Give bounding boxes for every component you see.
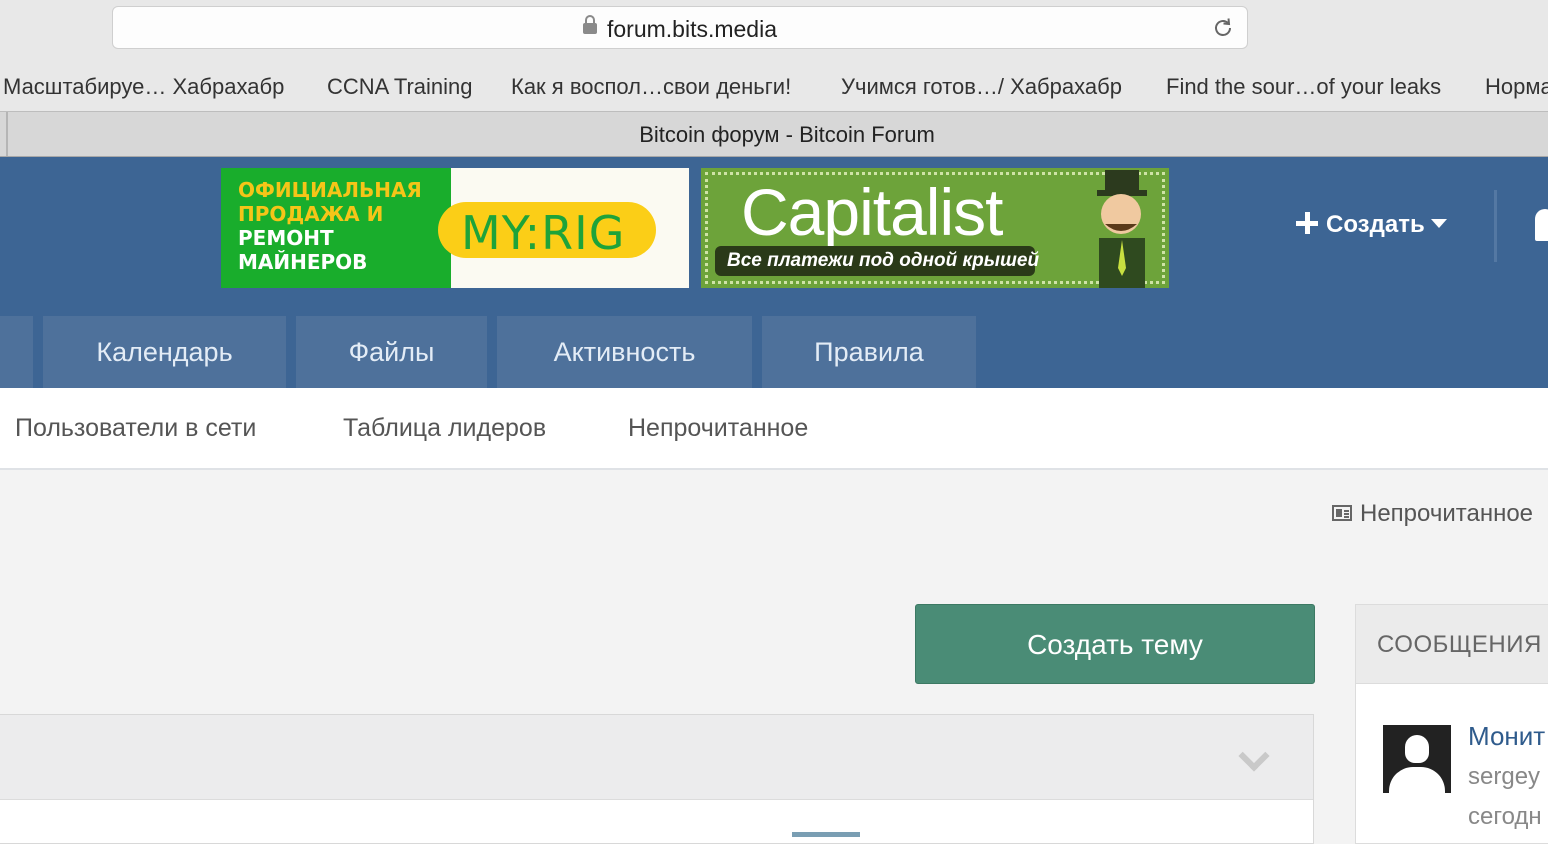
post-date: сегодн [1468, 803, 1542, 830]
capitalist-logo: Capitalist [741, 175, 1003, 249]
create-button[interactable]: Создать [1296, 211, 1447, 239]
ad-text-line: ОФИЦИАЛЬНАЯ [238, 178, 422, 202]
bookmark-item[interactable]: Как я воспол…свои деньги! [511, 74, 791, 100]
browser-toolbar: forum.bits.media Масштабируе… Хабрахабр … [0, 0, 1548, 112]
avatar-head [1405, 735, 1429, 763]
nav-tab-calendar[interactable]: Календарь [43, 316, 286, 388]
tab-active[interactable]: Bitcoin форум - Bitcoin Forum [8, 122, 1548, 148]
bookmark-item[interactable]: Учимся готов…/ Хабрахабр [841, 74, 1122, 100]
forum-category-header [0, 715, 1313, 800]
bookmark-item[interactable]: Масштабируе… Хабрахабр [3, 74, 284, 100]
reload-icon[interactable] [1211, 16, 1235, 40]
capitalist-ad-banner[interactable]: Capitalist Все платежи под одной крышей [701, 168, 1169, 288]
forum-row-accent [792, 832, 860, 837]
lock-icon [582, 15, 597, 35]
header-divider [1494, 190, 1497, 262]
newspaper-icon [1332, 505, 1352, 521]
avatar[interactable] [1383, 725, 1451, 793]
unread-link-label: Непрочитанное [1360, 500, 1534, 527]
subnav-online-users[interactable]: Пользователи в сети [15, 414, 256, 443]
main-content: Непрочитанное Создать тему СООБЩЕНИЯ Мон… [0, 470, 1548, 844]
avatar-body [1389, 767, 1445, 793]
sub-navigation: Пользователи в сети Таблица лидеров Непр… [0, 388, 1548, 470]
site-header: ОФИЦИАЛЬНАЯ ПРОДАЖА И РЕМОНТ МАЙНЕРОВ MY… [0, 157, 1548, 388]
myrig-ad-banner[interactable]: ОФИЦИАЛЬНАЯ ПРОДАЖА И РЕМОНТ МАЙНЕРОВ MY… [221, 168, 689, 288]
url-text: forum.bits.media [606, 16, 777, 42]
nav-tab-partial[interactable] [0, 316, 33, 388]
widget-title: СООБЩЕНИЯ [1377, 631, 1542, 658]
new-topic-button[interactable]: Создать тему [915, 604, 1315, 684]
ad-text-line: РЕМОНТ [238, 226, 334, 250]
widget-header: СООБЩЕНИЯ [1356, 605, 1548, 684]
recent-posts-widget: СООБЩЕНИЯ Монит sergey сегодн [1355, 604, 1548, 844]
subnav-unread[interactable]: Непрочитанное [628, 414, 808, 443]
bookmark-item[interactable]: CCNA Training [327, 74, 473, 100]
nav-tab-rules[interactable]: Правила [762, 316, 976, 388]
ad-text-line: ПРОДАЖА И [238, 202, 384, 226]
plus-icon [1296, 212, 1318, 234]
post-author[interactable]: sergey [1468, 763, 1540, 791]
ad-tagline: Все платежи под одной крышей [727, 250, 1040, 271]
subnav-leaderboard[interactable]: Таблица лидеров [343, 414, 546, 443]
mascot-image [1097, 170, 1147, 288]
bell-icon[interactable] [1535, 209, 1548, 241]
nav-tab-files[interactable]: Файлы [296, 316, 487, 388]
myrig-logo: MY:RIG [461, 206, 626, 260]
ad-text-line: МАЙНЕРОВ [238, 250, 368, 274]
unread-link[interactable]: Непрочитанное [1332, 500, 1533, 528]
bookmark-item[interactable]: Find the sour…of your leaks [1166, 74, 1441, 100]
chevron-down-icon[interactable] [1238, 740, 1270, 772]
post-title-link[interactable]: Монит [1468, 721, 1545, 752]
create-label: Создать [1326, 211, 1425, 238]
tab-bar: Bitcoin форум - Bitcoin Forum [0, 111, 1548, 157]
nav-tab-activity[interactable]: Активность [497, 316, 752, 388]
address-bar[interactable]: forum.bits.media [112, 6, 1248, 49]
forum-category-box [0, 714, 1314, 844]
bookmark-item[interactable]: Норма [1485, 74, 1548, 100]
caret-down-icon [1430, 219, 1447, 228]
